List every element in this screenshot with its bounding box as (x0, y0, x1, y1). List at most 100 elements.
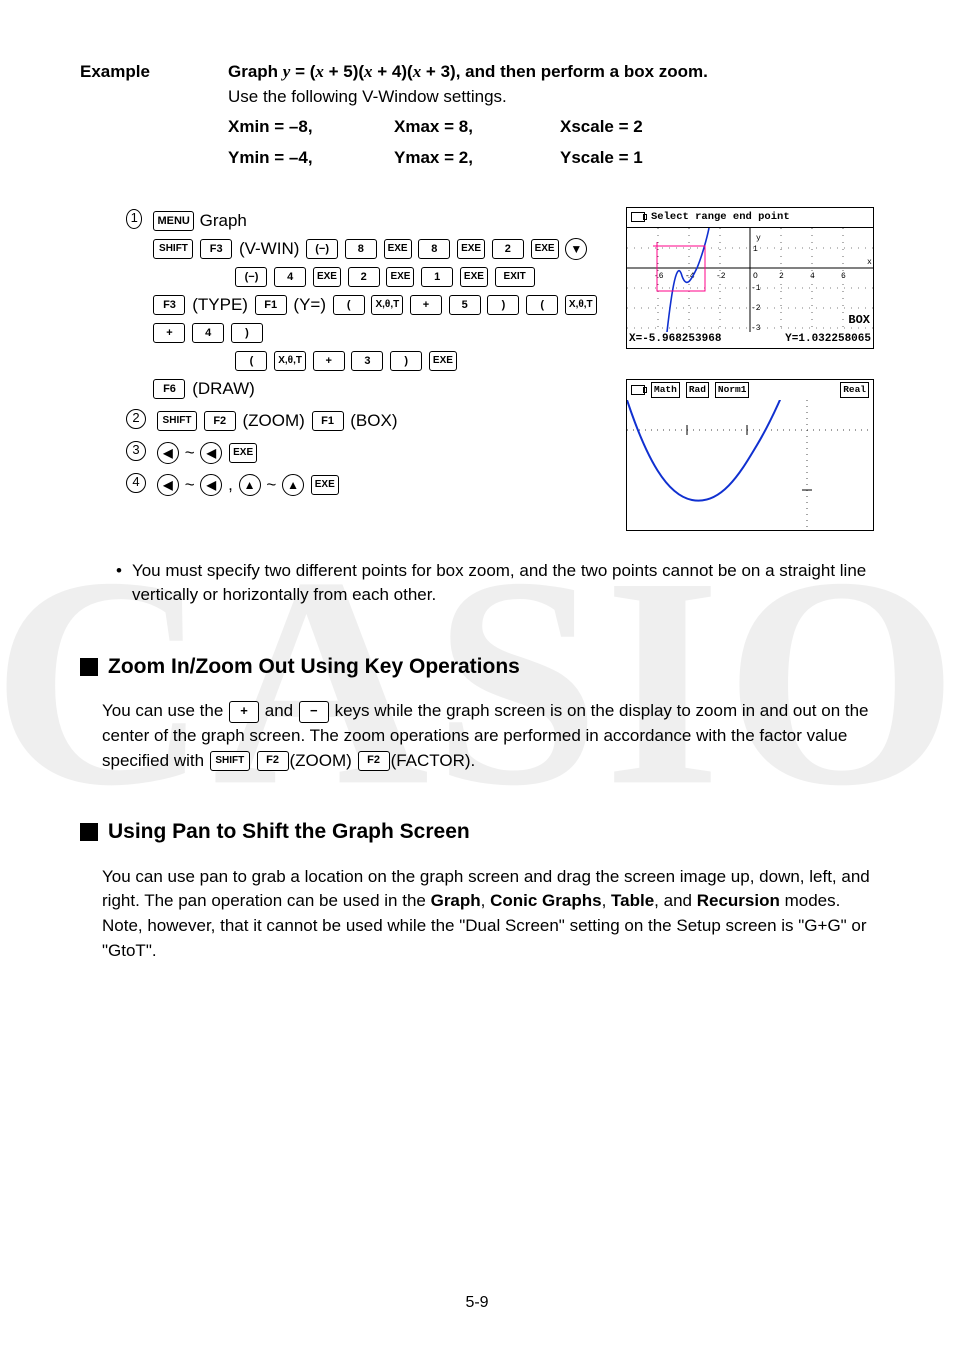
one-key: 1 (421, 267, 453, 287)
xmin: Xmin = –8, (228, 115, 358, 140)
tilde: ~ (185, 443, 195, 462)
neg-key: (−) (235, 267, 267, 287)
xot-key: X,θ,T (274, 351, 306, 371)
lcd1-xval: X=-5.968253968 (629, 332, 721, 348)
shift-key: SHIFT (157, 411, 197, 431)
lcd2-rad: Rad (686, 382, 709, 398)
f1-key: F1 (255, 295, 287, 315)
cursor-left-key: ◀ (157, 442, 179, 464)
bullet-icon: • (116, 559, 122, 608)
svg-text:y: y (756, 234, 761, 243)
xot-key: X,θ,T (371, 295, 403, 315)
f3-key: F3 (153, 295, 185, 315)
svg-text:1: 1 (753, 245, 758, 254)
menu-key: MENU (153, 211, 193, 231)
lcd2-math: Math (651, 382, 680, 398)
section-square-icon (80, 658, 98, 676)
f1-key: F1 (312, 411, 344, 431)
plus-key: + (153, 323, 185, 343)
neg-key: (−) (306, 239, 338, 259)
svg-text:2: 2 (779, 272, 784, 281)
exe-key: EXE (313, 267, 341, 287)
shift-key: SHIFT (153, 239, 193, 259)
lparen-key: ( (235, 351, 267, 371)
exe-key: EXE (460, 267, 488, 287)
zoom-label: (ZOOM) (242, 411, 304, 430)
battery-icon (631, 385, 645, 395)
cursor-up-key: ▲ (282, 474, 304, 496)
plus-key: + (313, 351, 345, 371)
exe-key: EXE (429, 351, 457, 371)
xmax: Xmax = 8, (394, 115, 524, 140)
svg-text:-2: -2 (716, 272, 726, 281)
svg-text:O: O (753, 272, 758, 281)
box-tag: BOX (848, 312, 870, 329)
box-zoom-note: • You must specify two different points … (116, 559, 874, 608)
plus-key: + (410, 295, 442, 315)
type-label: (TYPE) (192, 295, 248, 314)
vwin-label: (V-WIN) (239, 239, 299, 258)
yeq-label: (Y=) (293, 295, 326, 314)
battery-icon (631, 212, 645, 222)
step-num-3: 3 (126, 441, 146, 461)
draw-label: (DRAW) (192, 379, 255, 398)
tilde: ~ (266, 475, 276, 494)
plus-key: + (229, 701, 259, 723)
example-problem: Graph y = (x + 5)(x + 4)(x + 3), and the… (228, 60, 874, 85)
section-square-icon (80, 823, 98, 841)
steps-list: 1 MENU Graph SHIFT F3 (V-WIN) (−) 8 E (126, 207, 604, 531)
minus-key: − (299, 701, 329, 723)
shift-key: SHIFT (210, 751, 250, 771)
ymax: Ymax = 2, (394, 146, 524, 171)
svg-text:6: 6 (841, 272, 846, 281)
f2-key: F2 (257, 751, 289, 771)
example-label: Example (80, 60, 190, 109)
lcd1-title: Select range end point (651, 210, 790, 225)
two-key: 2 (348, 267, 380, 287)
calculator-screen-boxzoom: Select range end point (626, 207, 874, 349)
cursor-left-key: ◀ (200, 474, 222, 496)
f2-key: F2 (204, 411, 236, 431)
step-num-2: 2 (126, 409, 146, 429)
step-num-4: 4 (126, 473, 146, 493)
eight-key: 8 (418, 239, 450, 259)
pan-paragraph: You can use pan to grab a location on th… (102, 865, 874, 964)
f2-key: F2 (358, 751, 390, 771)
exe-key: EXE (311, 475, 339, 495)
svg-text:x: x (867, 258, 872, 267)
exe-key: EXE (229, 443, 257, 463)
four-key: 4 (274, 267, 306, 287)
lcd1-yval: Y=1.032258065 (785, 332, 871, 348)
eight-key: 8 (345, 239, 377, 259)
cursor-down-key: ▼ (565, 238, 587, 260)
page-number: 5-9 (0, 1294, 954, 1312)
svg-text:-6: -6 (654, 272, 664, 281)
exe-key: EXE (386, 267, 414, 287)
lcd2-norm: Norm1 (715, 382, 750, 398)
lcd2-real: Real (840, 382, 869, 398)
five-key: 5 (449, 295, 481, 315)
rparen-key: ) (231, 323, 263, 343)
comma: , (228, 475, 233, 494)
four-key: 4 (192, 323, 224, 343)
rparen-key: ) (487, 295, 519, 315)
lparen-key: ( (333, 295, 365, 315)
cursor-left-key: ◀ (157, 474, 179, 496)
exe-key: EXE (384, 239, 412, 259)
exe-key: EXE (531, 239, 559, 259)
section-pan-title: Using Pan to Shift the Graph Screen (108, 817, 470, 847)
tilde: ~ (185, 475, 195, 494)
cursor-up-key: ▲ (239, 474, 261, 496)
svg-text:-1: -1 (751, 284, 761, 293)
svg-text:-2: -2 (751, 304, 761, 313)
rparen-key: ) (390, 351, 422, 371)
zoom-paragraph: You can use the + and − keys while the g… (102, 699, 874, 773)
f6-key: F6 (153, 379, 185, 399)
vwindow-table: Xmin = –8, Xmax = 8, Xscale = 2 Ymin = –… (228, 115, 874, 170)
example-vwindow-note: Use the following V-Window settings. (228, 85, 874, 110)
note-text: You must specify two different points fo… (132, 559, 874, 608)
graph-word: Graph (200, 211, 247, 230)
cursor-left-key: ◀ (200, 442, 222, 464)
two-key: 2 (492, 239, 524, 259)
calculator-screen-zoomed: Math Rad Norm1 Real (626, 379, 874, 531)
